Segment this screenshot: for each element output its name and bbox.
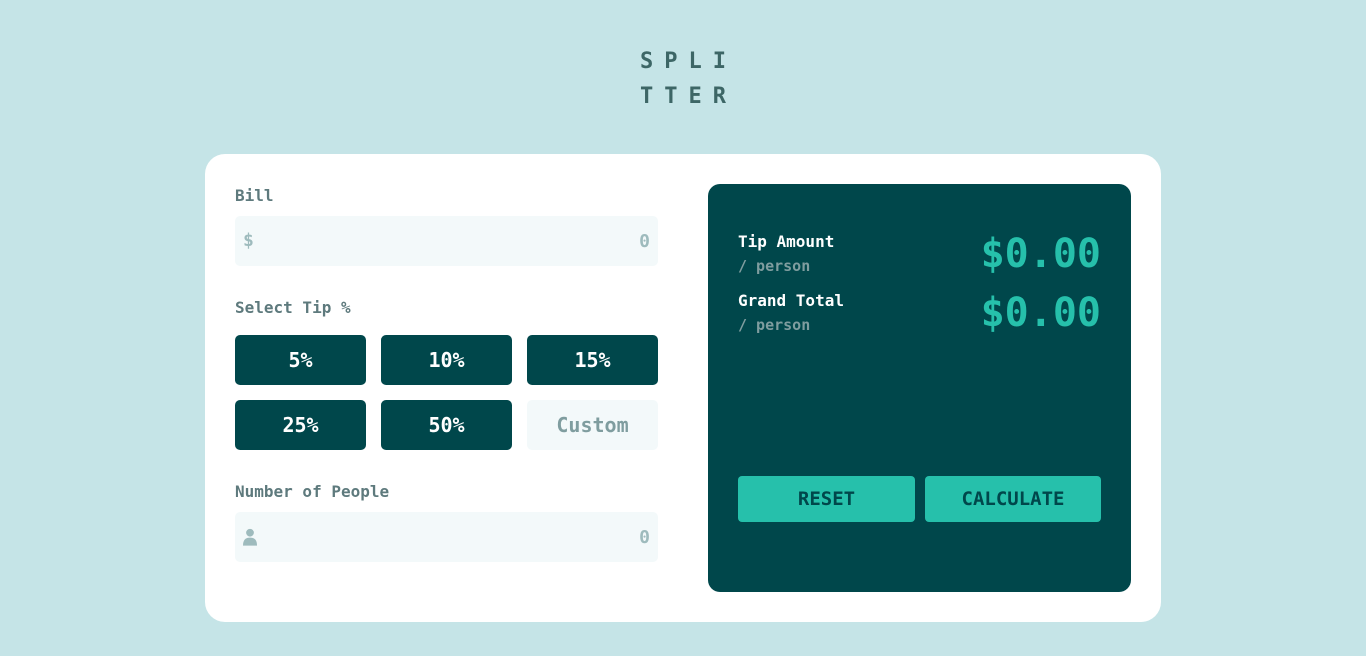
tip-button-5[interactable]: 5%: [235, 335, 366, 385]
tip-amount-label: Tip Amount: [738, 232, 835, 251]
logo-line-2: TTER: [640, 84, 737, 109]
reset-button[interactable]: RESET: [738, 476, 915, 522]
tip-button-15[interactable]: 15%: [527, 335, 658, 385]
tip-amount-per-person: / person: [738, 257, 811, 275]
grand-total-value: $0.00: [980, 290, 1101, 336]
tip-button-25[interactable]: 25%: [235, 400, 366, 450]
bill-label: Bill: [235, 186, 274, 205]
grand-total-per-person: / person: [738, 316, 811, 334]
people-field[interactable]: [235, 512, 658, 562]
tip-button-10[interactable]: 10%: [381, 335, 512, 385]
people-input[interactable]: [265, 512, 650, 562]
tip-amount-value: $0.00: [980, 231, 1101, 277]
calculate-button[interactable]: CALCULATE: [925, 476, 1101, 522]
calculator-card: Bill $ Select Tip % 5% 10% 15% 25% 50% C…: [205, 154, 1161, 622]
tip-custom-input[interactable]: Custom: [527, 400, 658, 450]
app-logo: SPLI TTER: [0, 44, 1366, 114]
select-tip-label: Select Tip %: [235, 298, 351, 317]
people-label: Number of People: [235, 482, 390, 501]
results-panel: Tip Amount / person $0.00 Grand Total / …: [708, 184, 1131, 592]
logo-line-1: SPLI: [640, 49, 737, 74]
grand-total-label: Grand Total: [738, 291, 844, 310]
tip-button-50[interactable]: 50%: [381, 400, 512, 450]
bill-input[interactable]: [265, 216, 650, 266]
bill-field[interactable]: $: [235, 216, 658, 266]
person-icon: [243, 528, 257, 546]
dollar-icon: $: [243, 230, 254, 251]
